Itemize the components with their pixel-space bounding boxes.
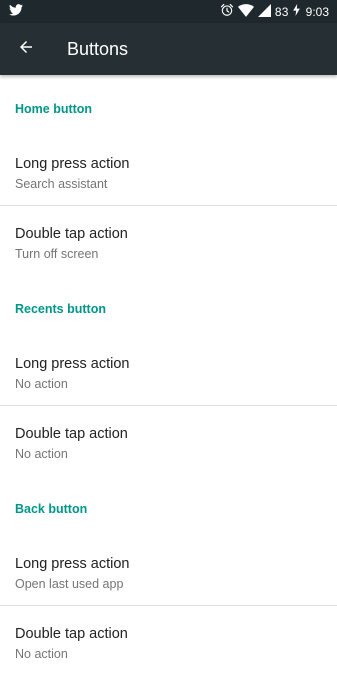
wifi-icon bbox=[237, 3, 254, 20]
pref-summary: Turn off screen bbox=[15, 247, 99, 261]
back-double-tap-action[interactable]: Double tap action No action bbox=[0, 606, 337, 675]
twitter-icon bbox=[9, 4, 23, 19]
pref-summary: Open last used app bbox=[15, 577, 124, 591]
pref-summary: No action bbox=[15, 647, 68, 661]
alarm-icon bbox=[220, 3, 234, 20]
section-header-back: Back button bbox=[15, 502, 88, 516]
pref-title: Long press action bbox=[15, 556, 130, 572]
back-button[interactable] bbox=[13, 36, 39, 62]
home-long-press-action[interactable]: Long press action Search assistant bbox=[0, 136, 337, 205]
toolbar: Buttons bbox=[0, 23, 337, 75]
settings-list: Home button Long press action Search ass… bbox=[0, 75, 337, 675]
pref-summary: No action bbox=[15, 377, 68, 391]
section-header-recents: Recents button bbox=[15, 302, 106, 316]
arrow-back-icon bbox=[17, 38, 35, 61]
pref-title: Double tap action bbox=[15, 426, 128, 442]
section-header-home: Home button bbox=[15, 102, 93, 116]
pref-summary: No action bbox=[15, 447, 68, 461]
pref-title: Long press action bbox=[15, 356, 130, 372]
status-bar-notifications bbox=[9, 4, 23, 19]
status-bar-system: 83 9:03 bbox=[220, 3, 329, 20]
recents-long-press-action[interactable]: Long press action No action bbox=[0, 336, 337, 405]
status-bar: 83 9:03 bbox=[0, 0, 337, 23]
back-long-press-action[interactable]: Long press action Open last used app bbox=[0, 536, 337, 605]
pref-summary: Search assistant bbox=[15, 177, 108, 191]
signal-icon bbox=[257, 3, 271, 20]
status-time: 9:03 bbox=[305, 4, 329, 19]
pref-title: Double tap action bbox=[15, 226, 128, 242]
pref-title: Double tap action bbox=[15, 626, 128, 642]
home-double-tap-action[interactable]: Double tap action Turn off screen bbox=[0, 206, 337, 275]
recents-double-tap-action[interactable]: Double tap action No action bbox=[0, 406, 337, 475]
battery-charging-icon bbox=[292, 4, 300, 19]
page-title: Buttons bbox=[67, 39, 129, 59]
battery-level: 83 bbox=[274, 4, 289, 19]
pref-title: Long press action bbox=[15, 156, 130, 172]
